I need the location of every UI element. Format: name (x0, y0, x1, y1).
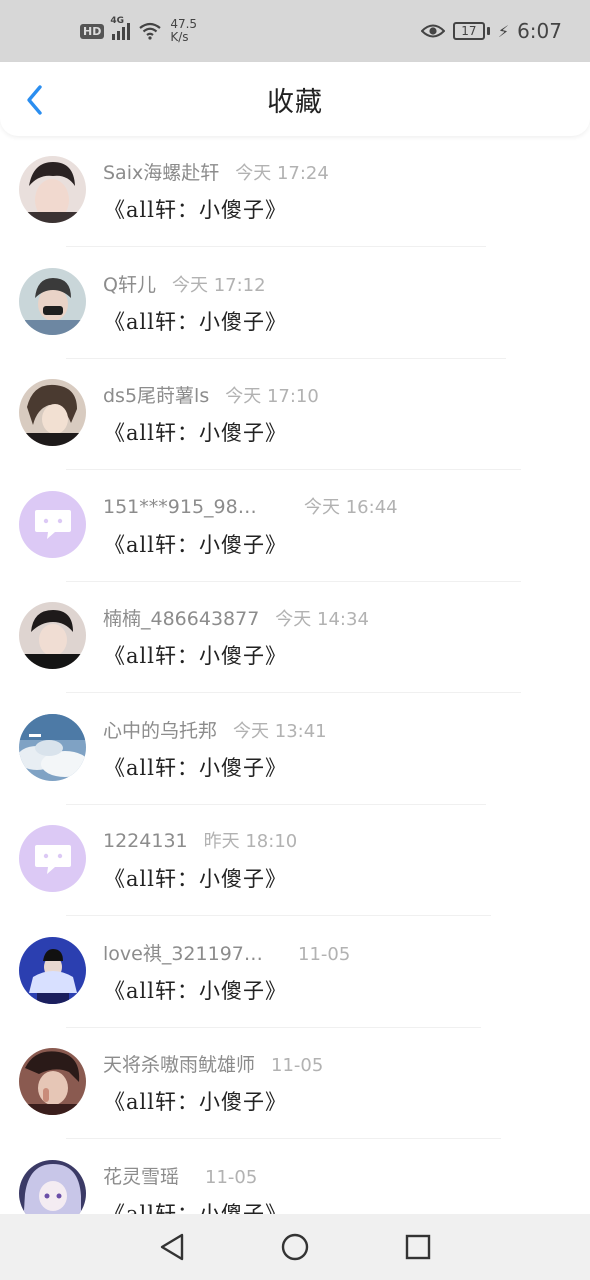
status-bar: HD 4G 47.5 K/s 17 ⚡ 6:07 (0, 0, 590, 62)
avatar (19, 1048, 86, 1115)
item-author: love祺_3211970… (103, 942, 268, 965)
item-title: 《all轩：小傻子》 (104, 198, 287, 222)
item-meta: love祺_3211970… 11-05 (103, 939, 350, 966)
list-item[interactable]: 天将杀嗷雨鱿雄师 11-05 《all轩：小傻子》 (0, 1028, 590, 1140)
item-meta: Saix海螺赴轩 今天 17:24 (103, 158, 329, 185)
list-item[interactable]: 花灵雪瑶 11-05 《all轩：小傻子》 (0, 1140, 590, 1215)
charging-icon: ⚡ (497, 21, 510, 41)
avatar (19, 1159, 86, 1214)
list-item[interactable]: love祺_3211970… 11-05 《all轩：小傻子》 (0, 917, 590, 1029)
item-author: 楠楠_486643877 (103, 608, 260, 630)
net-speed-value: 47.5 (170, 17, 198, 31)
back-icon (27, 85, 42, 115)
item-title: 《all轩：小傻子》 (104, 532, 287, 557)
avatar (19, 602, 86, 669)
header: 收藏 (0, 62, 590, 136)
item-author: 天将杀嗷雨鱿雄师 (103, 1054, 256, 1076)
item-meta: 楠楠_486643877 今天 14:34 (103, 604, 369, 631)
avatar (19, 936, 86, 1004)
avatar (19, 825, 86, 892)
net-speed: 47.5 K/s (170, 18, 197, 44)
item-meta: 1224131 昨天 18:10 (103, 827, 297, 853)
item-author: Saix海螺赴轩 (103, 162, 220, 184)
nav-recents-button[interactable] (398, 1227, 438, 1267)
battery-indicator: 17 (452, 22, 490, 40)
avatar (19, 490, 86, 558)
avatar (19, 713, 86, 781)
avatar (19, 156, 86, 223)
item-author: ds5尾莳薯ls (103, 385, 210, 407)
list-item[interactable]: 1224131 昨天 18:10 《all轩：小傻子》 (0, 805, 590, 917)
back-button[interactable] (18, 82, 50, 118)
item-time: 今天 17:24 (235, 163, 329, 184)
item-meta: 天将杀嗷雨鱿雄师 11-05 (103, 1050, 323, 1077)
item-title: 《all轩：小傻子》 (104, 978, 287, 1003)
net-speed-unit: K/s (170, 30, 189, 44)
system-nav-bar (0, 1214, 590, 1280)
battery-level: 17 (452, 22, 485, 40)
item-meta: 151***915_987… 今天 16:44 (103, 493, 398, 519)
item-time: 11-05 (205, 1166, 258, 1188)
item-author: 心中的乌托邦 (103, 719, 218, 742)
item-time: 今天 14:34 (275, 609, 369, 630)
favorites-list: Saix海螺赴轩 今天 17:24 《all轩：小傻子》 Q轩儿 今天 17:1… (0, 136, 590, 1214)
item-author: Q轩儿 (103, 273, 156, 296)
item-time: 今天 13:41 (233, 720, 327, 742)
list-item[interactable]: 楠楠_486643877 今天 14:34 《all轩：小傻子》 (0, 582, 590, 694)
item-title: 《all轩：小傻子》 (104, 309, 287, 334)
status-right: 17 ⚡ 6:07 (420, 19, 562, 43)
item-author: 1224131 (103, 830, 188, 852)
item-author: 151***915_987… (103, 495, 268, 518)
network-type: 4G (110, 16, 124, 26)
list-item[interactable]: Saix海螺赴轩 今天 17:24 《all轩：小傻子》 (0, 136, 590, 248)
item-title: 《all轩：小傻子》 (104, 867, 287, 891)
page-title: 收藏 (267, 86, 323, 118)
item-meta: 心中的乌托邦 今天 13:41 (103, 716, 327, 743)
default-avatar-icon (34, 844, 71, 874)
item-title: 《all轩：小傻子》 (104, 644, 287, 668)
avatar (19, 379, 86, 446)
item-author: 花灵雪瑶 (103, 1165, 180, 1188)
item-time: 11-05 (298, 943, 351, 965)
list-item[interactable]: 心中的乌托邦 今天 13:41 《all轩：小傻子》 (0, 694, 590, 806)
nav-back-button[interactable] (152, 1227, 192, 1267)
wifi-icon (139, 22, 162, 40)
hd-badge: HD (80, 23, 105, 39)
item-title: 《all轩：小傻子》 (104, 1090, 287, 1114)
item-meta: 花灵雪瑶 11-05 (103, 1162, 257, 1189)
item-meta: ds5尾莳薯ls 今天 17:10 (103, 381, 319, 408)
list-item[interactable]: 151***915_987… 今天 16:44 《all轩：小傻子》 (0, 471, 590, 583)
nav-home-button[interactable] (275, 1227, 315, 1267)
item-time: 11-05 (271, 1055, 324, 1076)
item-title: 《all轩：小傻子》 (104, 421, 287, 445)
avatar (19, 267, 86, 335)
list-item[interactable]: ds5尾莳薯ls 今天 17:10 《all轩：小傻子》 (0, 359, 590, 471)
nav-recents-icon (406, 1234, 431, 1260)
signal-icon: 4G (110, 16, 131, 40)
default-avatar-icon (34, 510, 71, 539)
item-time: 昨天 18:10 (203, 831, 298, 852)
eye-icon (420, 24, 445, 38)
status-left: HD 4G 47.5 K/s (80, 16, 197, 44)
list-item[interactable]: Q轩儿 今天 17:12 《all轩：小傻子》 (0, 248, 590, 360)
item-time: 今天 17:10 (225, 386, 319, 407)
item-title: 《all轩：小傻子》 (104, 1201, 287, 1215)
item-time: 今天 16:44 (304, 496, 398, 518)
item-meta: Q轩儿 今天 17:12 (103, 270, 266, 297)
nav-back-icon (160, 1233, 183, 1261)
nav-home-icon (281, 1233, 309, 1261)
clock: 6:07 (517, 19, 562, 43)
item-time: 今天 17:12 (171, 274, 266, 296)
item-title: 《all轩：小傻子》 (104, 755, 287, 780)
